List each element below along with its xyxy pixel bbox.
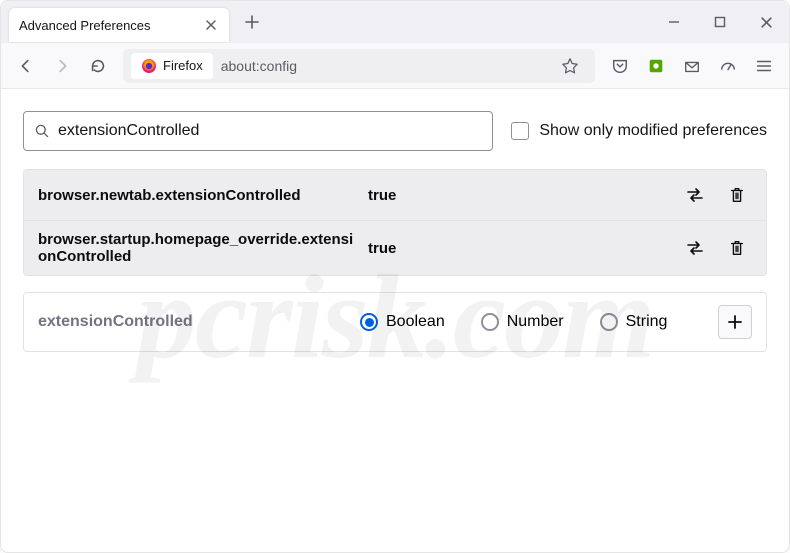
inbox-icon[interactable] bbox=[675, 49, 709, 83]
window-close-button[interactable] bbox=[743, 1, 789, 43]
toggle-button[interactable] bbox=[680, 180, 710, 210]
pref-search-input[interactable] bbox=[58, 122, 482, 140]
browser-tab[interactable]: Advanced Preferences bbox=[9, 8, 229, 42]
checkbox-icon bbox=[511, 122, 529, 140]
pref-row[interactable]: browser.startup.homepage_override.extens… bbox=[24, 221, 766, 275]
identity-box[interactable]: Firefox bbox=[131, 53, 213, 79]
bookmark-star-icon[interactable] bbox=[553, 49, 587, 83]
window-maximize-button[interactable] bbox=[697, 1, 743, 43]
radio-label: Number bbox=[507, 313, 564, 331]
pref-search-box[interactable] bbox=[23, 111, 493, 151]
show-only-modified-label: Show only modified preferences bbox=[539, 122, 767, 140]
pref-name: browser.newtab.extensionControlled bbox=[38, 187, 358, 204]
pref-name: browser.startup.homepage_override.extens… bbox=[38, 231, 358, 265]
reload-button[interactable] bbox=[81, 49, 115, 83]
close-tab-icon[interactable] bbox=[203, 17, 219, 33]
radio-icon bbox=[360, 313, 378, 331]
pref-value: true bbox=[368, 240, 670, 257]
pocket-icon[interactable] bbox=[603, 49, 637, 83]
radio-label: String bbox=[626, 313, 668, 331]
toggle-button[interactable] bbox=[680, 233, 710, 263]
extension-icon[interactable] bbox=[639, 49, 673, 83]
back-button[interactable] bbox=[9, 49, 43, 83]
add-pref-button[interactable] bbox=[718, 305, 752, 339]
radio-label: Boolean bbox=[386, 313, 445, 331]
identity-label: Firefox bbox=[163, 58, 203, 73]
tab-title: Advanced Preferences bbox=[19, 18, 151, 33]
dashboard-icon[interactable] bbox=[711, 49, 745, 83]
forward-button[interactable] bbox=[45, 49, 79, 83]
new-pref-row: extensionControlled Boolean Number Strin… bbox=[23, 292, 767, 352]
radio-icon bbox=[600, 313, 618, 331]
new-tab-button[interactable] bbox=[237, 7, 267, 37]
delete-button[interactable] bbox=[722, 233, 752, 263]
pref-row[interactable]: browser.newtab.extensionControlled true bbox=[24, 170, 766, 221]
window-minimize-button[interactable] bbox=[651, 1, 697, 43]
url-bar[interactable]: Firefox about:config bbox=[123, 49, 595, 83]
url-text: about:config bbox=[221, 58, 545, 74]
search-icon bbox=[34, 123, 50, 139]
type-radio-number[interactable]: Number bbox=[481, 313, 564, 331]
hamburger-menu-icon[interactable] bbox=[747, 49, 781, 83]
radio-icon bbox=[481, 313, 499, 331]
pref-table: browser.newtab.extensionControlled true … bbox=[23, 169, 767, 276]
pref-value: true bbox=[368, 187, 670, 204]
show-only-modified-checkbox[interactable]: Show only modified preferences bbox=[511, 122, 767, 140]
delete-button[interactable] bbox=[722, 180, 752, 210]
type-radio-boolean[interactable]: Boolean bbox=[360, 313, 445, 331]
type-radio-string[interactable]: String bbox=[600, 313, 668, 331]
firefox-logo-icon bbox=[141, 58, 157, 74]
new-pref-name: extensionControlled bbox=[38, 313, 338, 331]
